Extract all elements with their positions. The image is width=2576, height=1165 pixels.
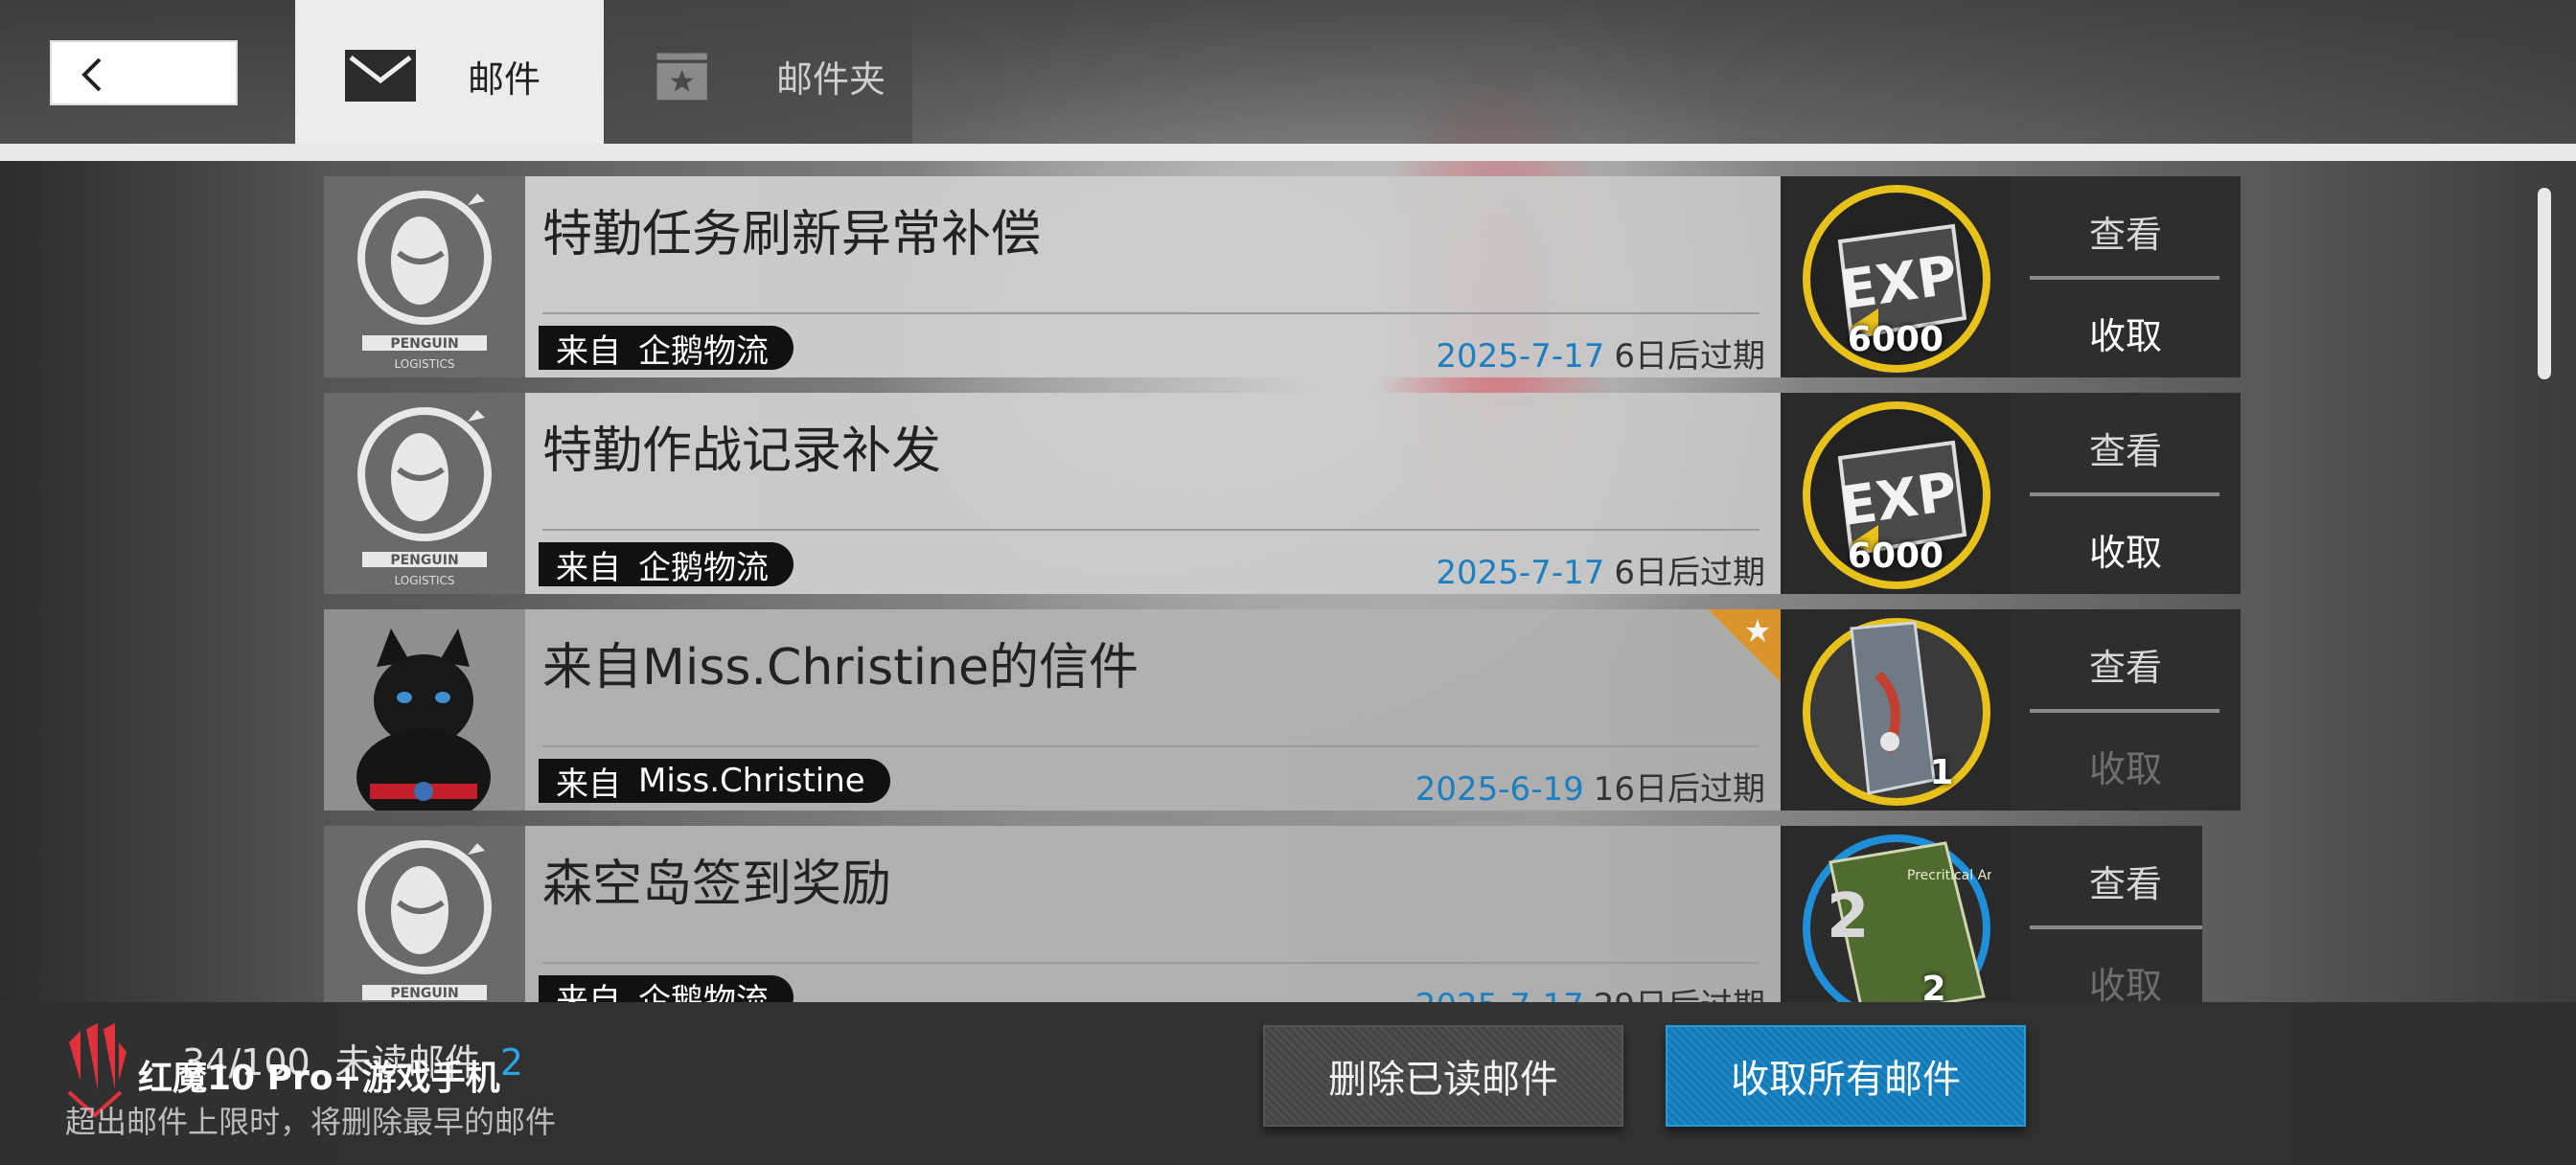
mail-title: 来自Miss.Christine的信件 — [542, 639, 1138, 697]
chevron-left-icon — [81, 57, 102, 92]
divider — [542, 529, 1760, 531]
mail-title: 特勤作战记录补发 — [542, 423, 942, 480]
expiry-info: 2025-6-19 16日后过期 — [1415, 763, 1765, 810]
claim-button[interactable]: 收取 — [2011, 307, 2241, 359]
scrollbar-thumb[interactable] — [2538, 188, 2551, 379]
mail-row[interactable]: PENGUIN LOGISTICS 特勤任务刷新异常补偿 来自 企鹅物流 202… — [324, 176, 2241, 377]
mail-title: 森空岛签到奖励 — [542, 856, 892, 913]
mail-limit-hint: 超出邮件上限时，将删除最早的邮件 — [65, 1104, 557, 1140]
mail-row[interactable]: PENGUIN 森空岛签到奖励 来自 企鹅物流 2025-7-1729日后过期 … — [324, 826, 2202, 1002]
divider — [2030, 276, 2220, 280]
tab-mail[interactable]: 邮件 — [295, 0, 604, 161]
sender-prefix: 来自 — [556, 765, 621, 804]
view-button[interactable]: 查看 — [2011, 422, 2241, 474]
mail-actions: 查看 收取 — [2011, 176, 2241, 377]
star-box-icon — [656, 53, 707, 101]
device-watermark-text: 红魔10 Pro+游戏手机 — [138, 1059, 500, 1098]
expiry-text: 29日后过期 — [1594, 987, 1765, 1002]
penguin-logistics-logo: PENGUIN — [324, 826, 525, 1002]
svg-text:PENGUIN: PENGUIN — [390, 986, 458, 1001]
divider — [2030, 492, 2220, 496]
background-shade — [0, 153, 326, 1016]
reward-slot[interactable]: 1 — [1781, 609, 2011, 811]
expiry-info: 2025-7-17 6日后过期 — [1436, 330, 1765, 377]
claim-all-mail-button[interactable]: 收取所有邮件 — [1666, 1025, 2026, 1127]
reward-slot[interactable]: EXP 6000 — [1781, 393, 2011, 594]
mail-date: 2025-6-19 — [1414, 770, 1584, 809]
divider — [2030, 709, 2220, 713]
mail-date: 2025-7-17 — [1436, 337, 1605, 376]
view-button[interactable]: 查看 — [2011, 855, 2202, 907]
penguin-logistics-logo: PENGUIN LOGISTICS — [324, 393, 525, 594]
divider — [2030, 925, 2202, 929]
reward-quantity: 6000 — [1847, 537, 1944, 576]
penguin-logistics-logo: PENGUIN LOGISTICS — [324, 176, 525, 377]
mail-title: 特勤任务刷新异常补偿 — [542, 206, 1042, 263]
divider — [542, 745, 1760, 747]
mail-row[interactable]: 来自Miss.Christine的信件 来自 Miss.Christine 20… — [324, 609, 2241, 811]
sender-badge: 来自 企鹅物流 — [539, 542, 794, 587]
unread-count: 2 — [499, 1041, 524, 1084]
sender-badge: 来自 企鹅物流 — [539, 975, 794, 1002]
expiry-info: 2025-7-17 6日后过期 — [1436, 546, 1765, 593]
sender-name: Miss.Christine — [638, 762, 865, 800]
envelope-icon — [345, 50, 416, 102]
claim-button[interactable]: 收取 — [2011, 523, 2241, 576]
mail-actions: 查看 收取 — [2011, 393, 2241, 594]
claim-button[interactable]: 收取 — [2011, 740, 2241, 792]
sender-prefix: 来自 — [556, 548, 621, 587]
view-button[interactable]: 查看 — [2011, 638, 2241, 691]
expiry-text: 6日后过期 — [1614, 337, 1765, 376]
reward-quantity: 6000 — [1847, 320, 1944, 359]
star-flag-icon — [1708, 609, 1781, 682]
svg-text:Precritical Arts: Precritical Arts — [1907, 868, 1991, 883]
svg-text:2: 2 — [1827, 881, 1870, 952]
mail-date: 2025-7-17 — [1415, 987, 1584, 1002]
sender-prefix: 来自 — [556, 331, 621, 371]
header-divider — [0, 144, 2576, 161]
svg-text:PENGUIN: PENGUIN — [390, 553, 458, 568]
divider — [542, 962, 1760, 964]
expiry-text: 16日后过期 — [1593, 770, 1765, 809]
reward-slot[interactable]: EXP 6000 — [1781, 176, 2011, 377]
svg-text:LOGISTICS: LOGISTICS — [394, 574, 454, 587]
tab-mail-folder[interactable]: 邮件夹 — [604, 0, 912, 161]
expiry-text: 6日后过期 — [1614, 554, 1765, 592]
expiry-info: 2025-7-17 29日后过期 — [1415, 979, 1765, 1002]
mail-date: 2025-7-17 — [1436, 554, 1605, 592]
tab-mail-folder-label: 邮件夹 — [776, 58, 886, 101]
sender-name: 企鹅物流 — [638, 548, 769, 587]
back-button[interactable] — [50, 40, 238, 105]
reward-slot[interactable]: Precritical Arts 2 2 — [1781, 826, 2011, 1002]
view-button[interactable]: 查看 — [2011, 205, 2241, 258]
divider — [542, 312, 1760, 314]
black-cat-portrait — [324, 609, 525, 811]
sender-badge: 来自 Miss.Christine — [539, 759, 890, 804]
mail-actions: 查看 收取 — [2011, 609, 2241, 811]
tab-mail-label: 邮件 — [468, 58, 541, 101]
mail-actions: 查看 收取 — [2011, 826, 2202, 1002]
sender-badge: 来自 企鹅物流 — [539, 326, 794, 371]
svg-text:LOGISTICS: LOGISTICS — [394, 357, 454, 371]
delete-read-mail-button[interactable]: 删除已读邮件 — [1263, 1025, 1623, 1127]
claim-button[interactable]: 收取 — [2011, 956, 2202, 1002]
mail-row[interactable]: PENGUIN LOGISTICS 特勤作战记录补发 来自 企鹅物流 2025-… — [324, 393, 2241, 594]
sender-name: 企鹅物流 — [638, 981, 769, 1003]
sender-prefix: 来自 — [556, 981, 621, 1003]
svg-text:PENGUIN: PENGUIN — [390, 336, 458, 352]
sender-name: 企鹅物流 — [638, 331, 769, 371]
